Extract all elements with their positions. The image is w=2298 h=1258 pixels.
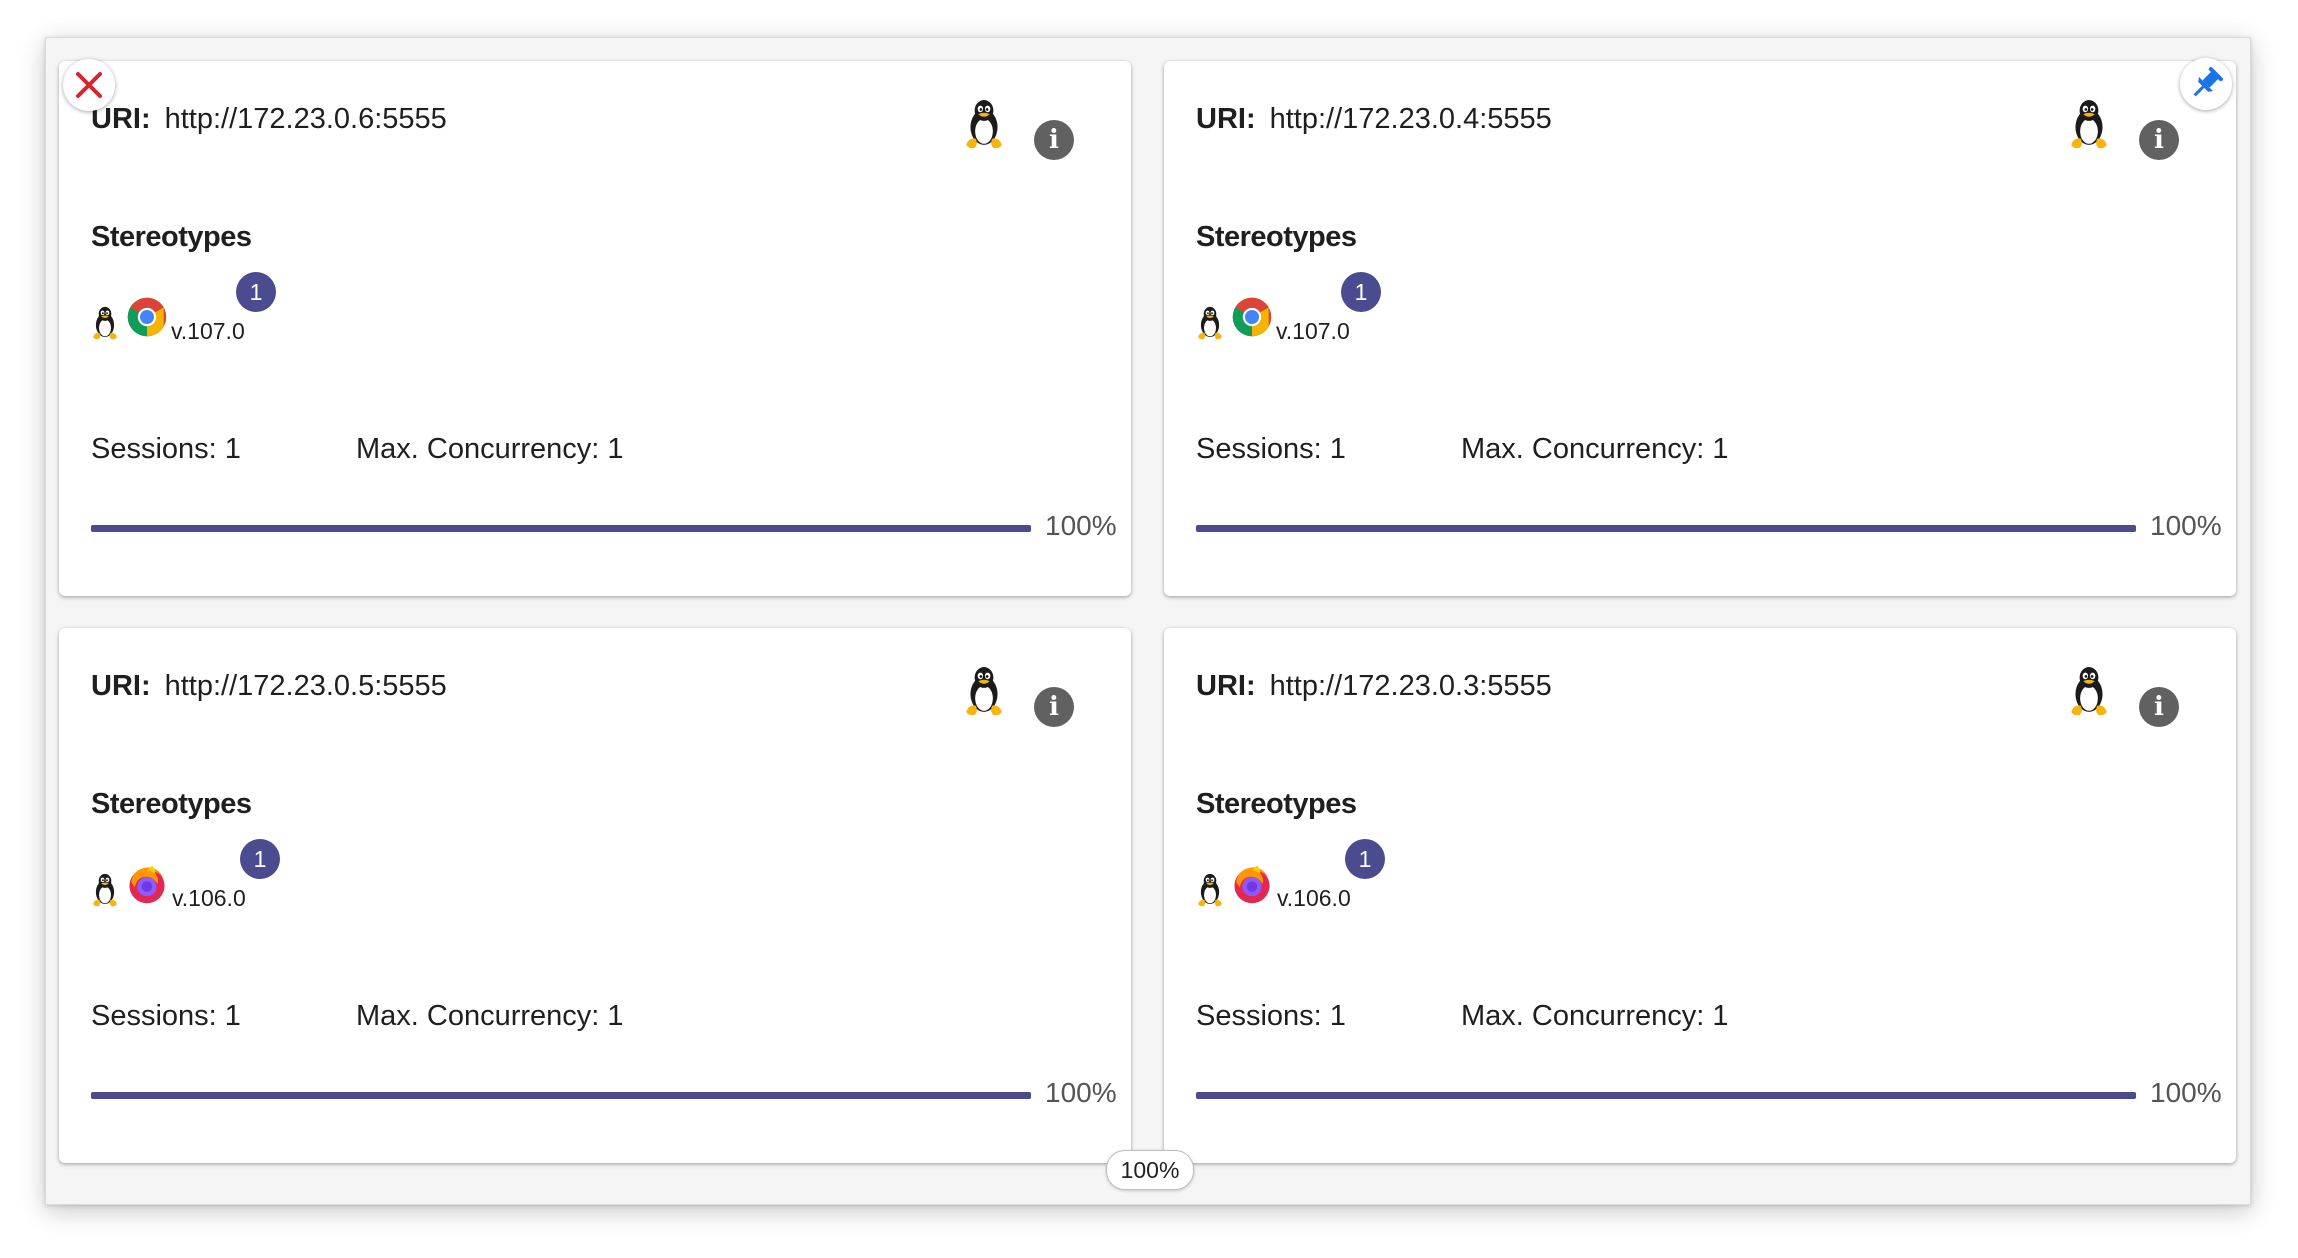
load-progress-bar — [1196, 1092, 2136, 1099]
load-progress-label: 100% — [2150, 510, 2222, 541]
uri-label: URI: — [1196, 103, 1256, 135]
load-progress-bar — [91, 525, 1031, 532]
stereotypes-heading: Stereotypes — [1196, 788, 1357, 820]
max-concurrency: Max. Concurrency: 1 — [356, 433, 624, 465]
load-progress-bar — [1196, 525, 2136, 532]
linux-tux-icon — [2068, 99, 2110, 149]
load-progress-fill — [91, 1092, 1031, 1099]
browser-version: v.106.0 — [1277, 885, 1351, 911]
load-progress-bar — [91, 1092, 1031, 1099]
load-progress-label: 100% — [1045, 1077, 1117, 1108]
node-card: URI: http://172.23.0.5:5555 i Stereotypes… — [59, 628, 1131, 1163]
grid-node-window: URI: http://172.23.0.6:5555 i Stereotypes… — [45, 37, 2251, 1205]
load-progress-label: 100% — [2150, 1077, 2222, 1108]
uri-value: http://172.23.0.5:5555 — [164, 670, 447, 702]
close-button[interactable] — [63, 59, 115, 111]
uri-value: http://172.23.0.3:5555 — [1269, 670, 1552, 702]
sessions-count: Sessions: 1 — [91, 433, 241, 465]
node-card: URI: http://172.23.0.3:5555 i Stereotypes… — [1164, 628, 2236, 1163]
slot-count-badge: 1 — [236, 272, 276, 312]
linux-tux-icon — [2068, 666, 2110, 716]
sessions-count: Sessions: 1 — [91, 1000, 241, 1032]
node-uri: URI: http://172.23.0.3:5555 — [1196, 670, 1552, 703]
slot-count-badge: 1 — [1345, 839, 1385, 879]
sessions-count: Sessions: 1 — [1196, 1000, 1346, 1032]
load-progress-fill — [1196, 525, 2136, 532]
info-icon[interactable]: i — [1034, 687, 1074, 727]
browser-version: v.107.0 — [1276, 318, 1350, 344]
linux-tux-icon — [963, 666, 1005, 716]
linux-tux-icon — [1196, 873, 1224, 907]
linux-tux-icon — [91, 873, 119, 907]
firefox-icon — [126, 863, 168, 905]
slot-count-badge: 1 — [240, 839, 280, 879]
stereotypes-heading: Stereotypes — [91, 788, 252, 820]
info-icon[interactable]: i — [2139, 687, 2179, 727]
load-progress-label: 100% — [1045, 510, 1117, 541]
info-icon[interactable]: i — [1034, 120, 1074, 160]
node-uri: URI: http://172.23.0.4:5555 — [1196, 103, 1552, 136]
max-concurrency: Max. Concurrency: 1 — [1461, 433, 1729, 465]
node-uri: URI: http://172.23.0.5:5555 — [91, 670, 447, 703]
load-progress-fill — [91, 525, 1031, 532]
uri-value: http://172.23.0.4:5555 — [1269, 103, 1552, 135]
stereotypes-heading: Stereotypes — [1196, 221, 1357, 253]
max-concurrency: Max. Concurrency: 1 — [356, 1000, 624, 1032]
load-progress-fill — [1196, 1092, 2136, 1099]
firefox-icon — [1231, 863, 1273, 905]
uri-label: URI: — [91, 670, 151, 702]
browser-version: v.106.0 — [172, 885, 246, 911]
max-concurrency: Max. Concurrency: 1 — [1461, 1000, 1729, 1032]
sessions-count: Sessions: 1 — [1196, 433, 1346, 465]
linux-tux-icon — [1196, 306, 1224, 340]
uri-value: http://172.23.0.6:5555 — [164, 103, 447, 135]
pin-button[interactable] — [2180, 58, 2232, 110]
info-icon[interactable]: i — [2139, 120, 2179, 160]
chrome-icon — [126, 296, 168, 338]
slot-count-badge: 1 — [1341, 272, 1381, 312]
close-x-icon — [76, 72, 102, 98]
chrome-icon — [1231, 296, 1273, 338]
stereotypes-heading: Stereotypes — [91, 221, 252, 253]
linux-tux-icon — [963, 99, 1005, 149]
linux-tux-icon — [91, 306, 119, 340]
zoom-level-indicator[interactable]: 100% — [1106, 1150, 1194, 1190]
node-card: URI: http://172.23.0.4:5555 i Stereotypes… — [1164, 61, 2236, 596]
pin-icon — [2193, 66, 2224, 97]
node-card: URI: http://172.23.0.6:5555 i Stereotypes… — [59, 61, 1131, 596]
uri-label: URI: — [1196, 670, 1256, 702]
node-uri: URI: http://172.23.0.6:5555 — [91, 103, 447, 136]
browser-version: v.107.0 — [171, 318, 245, 344]
